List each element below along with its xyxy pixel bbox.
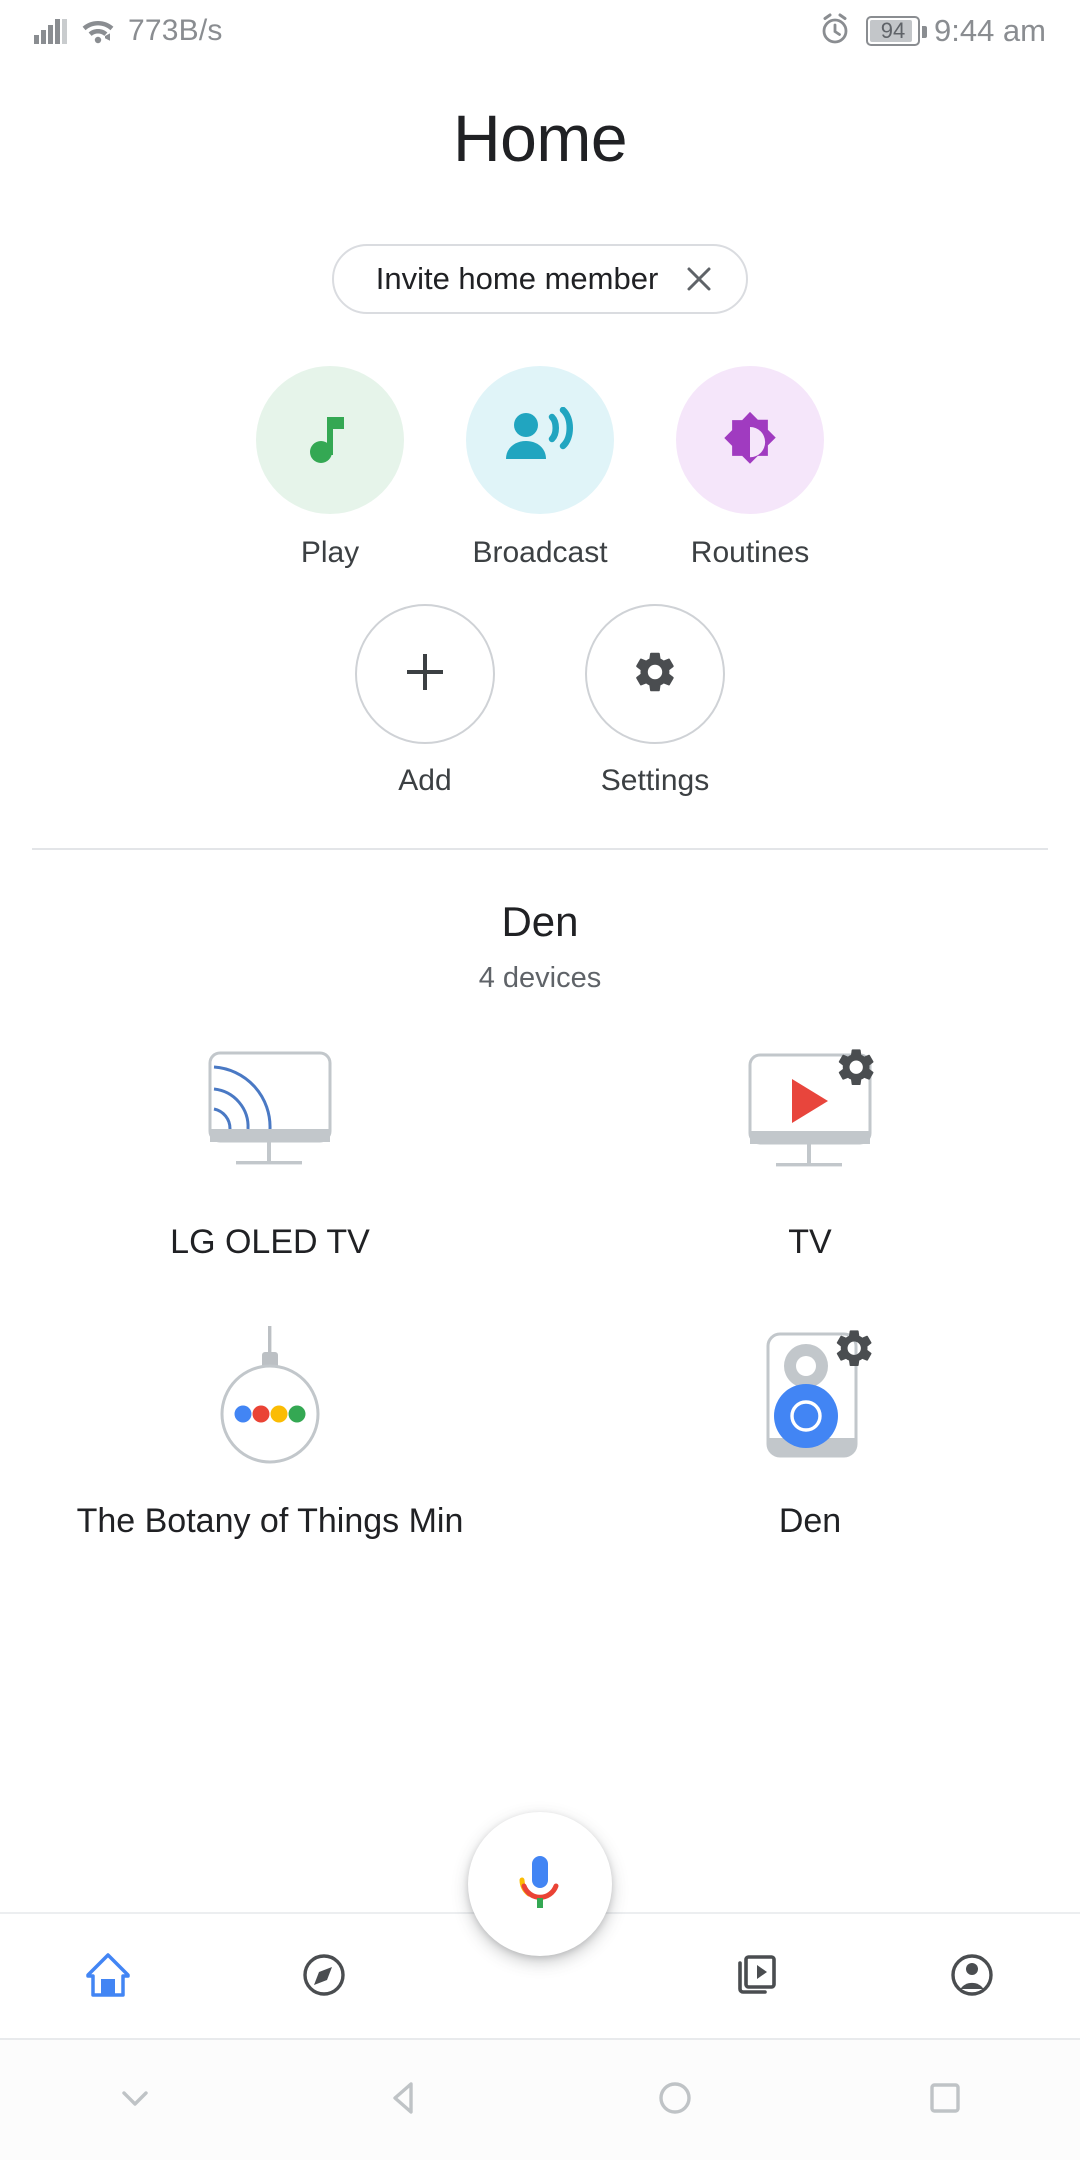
settings-ring: [585, 604, 725, 744]
wifi-icon: [80, 14, 116, 49]
room-title: Den: [501, 898, 579, 945]
room-device-count: 4 devices: [478, 962, 602, 994]
device-label: The Botany of Things Min: [76, 1502, 464, 1540]
status-bar: 773B/s 94 9:44 am: [0, 0, 1080, 62]
quick-action-broadcast[interactable]: Broadcast: [466, 366, 614, 570]
device-grid: LG OLED TV TV The Botany of Things Min D…: [0, 1043, 1080, 1541]
status-bar-clock: 9:44 am: [933, 13, 1046, 48]
device-label: LG OLED TV: [170, 1223, 370, 1261]
add-ring: [355, 604, 495, 744]
device-tile-lg-oled-tv[interactable]: LG OLED TV: [0, 1043, 540, 1262]
device-tile-den-speaker[interactable]: Den: [540, 1322, 1080, 1541]
quick-action-routines-label: Routines: [690, 536, 810, 569]
broadcast-icon: [504, 406, 576, 474]
cellular-signal-icon: [34, 14, 68, 49]
media-icon: [730, 1949, 782, 2006]
play-bubble: [256, 366, 404, 514]
cast-tv-icon: [170, 1043, 370, 1193]
section-divider: [32, 848, 1048, 850]
nav-item-home[interactable]: [0, 1914, 216, 2040]
compass-icon: [298, 1949, 350, 2006]
back-triangle-icon: [379, 2072, 431, 2129]
quick-action-play-label: Play: [300, 536, 360, 569]
status-bar-left: 773B/s: [34, 14, 223, 49]
google-assistant-mic-icon: [511, 1850, 569, 1919]
alarm-clock-icon: [818, 12, 852, 51]
gear-icon: [631, 648, 679, 701]
add-device-button[interactable]: Add: [355, 604, 495, 798]
android-system-navigation-bar: [0, 2038, 1080, 2160]
battery-level-label: 94: [880, 18, 906, 43]
settings-button[interactable]: Settings: [585, 604, 725, 798]
nav-item-account[interactable]: [864, 1914, 1080, 2040]
quick-action-play[interactable]: Play: [256, 366, 404, 570]
home-circle-icon: [649, 2072, 701, 2129]
device-label: Den: [778, 1502, 842, 1540]
nav-item-explore[interactable]: [216, 1914, 432, 2040]
google-assistant-fab[interactable]: [468, 1812, 612, 1956]
home-icon: [82, 1949, 134, 2006]
network-speed-label: 773B/s: [128, 14, 223, 47]
back-button[interactable]: [270, 2072, 540, 2129]
brightness-starburst-icon: [717, 405, 783, 476]
device-tile-home-mini[interactable]: The Botany of Things Min: [0, 1322, 540, 1541]
device-label: TV: [788, 1223, 832, 1261]
home-button[interactable]: [540, 2072, 810, 2129]
tv-play-icon: [710, 1043, 910, 1193]
status-bar-right: 94 9:44 am: [818, 12, 1046, 51]
add-label: Add: [398, 764, 452, 797]
quick-action-routines[interactable]: Routines: [676, 366, 824, 570]
broadcast-bubble: [466, 366, 614, 514]
invite-chip-label: Invite home member: [375, 261, 659, 296]
battery-icon: 94: [865, 16, 927, 46]
settings-label: Settings: [600, 764, 710, 797]
plus-icon: [402, 649, 448, 700]
device-tile-tv[interactable]: TV: [540, 1043, 1080, 1262]
recents-button[interactable]: [810, 2072, 1080, 2129]
invite-home-member-chip[interactable]: Invite home member: [331, 244, 749, 314]
speaker-icon: [710, 1322, 910, 1472]
close-icon[interactable]: [684, 264, 714, 294]
home-mini-icon: [170, 1322, 370, 1472]
recents-square-icon: [919, 2072, 971, 2129]
hide-keyboard-button[interactable]: [0, 2076, 270, 2125]
chevron-down-icon: [113, 2076, 157, 2125]
invite-chip-row: Invite home member: [0, 244, 1080, 314]
account-icon: [946, 1949, 998, 2006]
page-title: Home: [452, 101, 628, 175]
routines-bubble: [676, 366, 824, 514]
quick-actions-row: Play Broadcast Routines: [0, 366, 1080, 570]
music-note-icon: [302, 407, 358, 474]
quick-action-broadcast-label: Broadcast: [472, 536, 608, 569]
nav-item-media[interactable]: [648, 1914, 864, 2040]
actions-row: Add Settings: [0, 604, 1080, 798]
